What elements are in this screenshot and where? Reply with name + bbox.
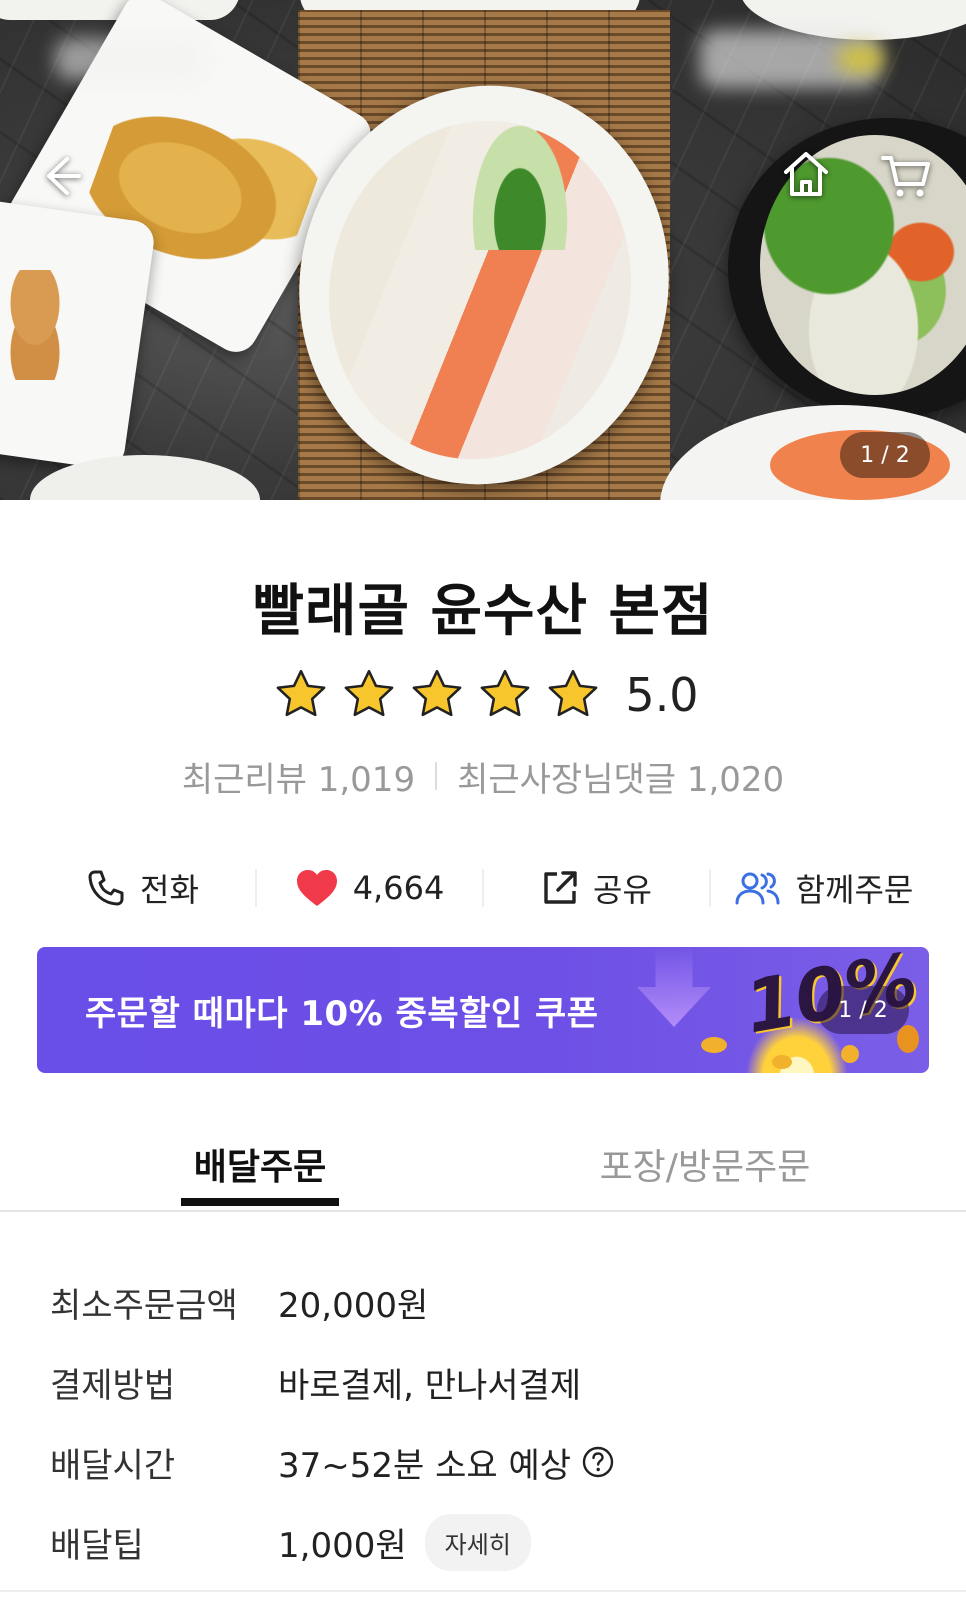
delivery-tip-value: 1,000원 [278, 1525, 407, 1566]
group-users-icon [735, 872, 780, 905]
rating-row[interactable]: 5.0 [0, 664, 966, 726]
star-icon [549, 669, 598, 717]
payment-value: 바로결제, 만나서결제 [278, 1365, 582, 1406]
banner-counter: 1 / 2 [817, 986, 909, 1034]
divider [435, 762, 438, 790]
call-button[interactable]: 전화 [30, 850, 255, 926]
hero-image[interactable]: 1 / 2 [0, 0, 966, 500]
group-order-label: 함께주문 [795, 871, 914, 909]
detail-button[interactable]: 자세히 [424, 1513, 531, 1571]
payment-label: 결제방법 [50, 1365, 176, 1406]
down-arrow-graphic [637, 947, 711, 1027]
group-order-button[interactable]: 함께주문 [711, 850, 936, 926]
tab-delivery[interactable]: 배달주문 [181, 1120, 339, 1208]
share-button[interactable]: 공유 [484, 850, 709, 926]
phone-icon [88, 870, 124, 906]
sprouts-garnish [460, 100, 580, 250]
rating-value: 5.0 [625, 668, 699, 722]
star-icon [345, 669, 394, 717]
divider [0, 1590, 966, 1592]
image-counter: 1 / 2 [840, 432, 930, 478]
delivery-time-row: 배달시간 37~52분 소요 예상 [50, 1422, 930, 1502]
question-circle-icon[interactable] [581, 1445, 615, 1479]
banner-text: 주문할 때마다 10% 중복할인 쿠폰 [85, 993, 599, 1034]
home-icon [784, 152, 828, 196]
review-summary[interactable]: 최근리뷰 1,019 최근사장님댓글 1,020 [0, 752, 966, 800]
order-type-tabs: 배달주문 포장/방문주문 [0, 1120, 966, 1212]
coin-graphic [772, 1055, 792, 1069]
like-count: 4,664 [352, 869, 445, 907]
star-icon [277, 669, 326, 717]
cart-button[interactable] [876, 146, 936, 206]
star-icon [481, 669, 530, 717]
inari-sushi [0, 270, 80, 380]
coin-graphic [841, 1045, 859, 1063]
min-order-value: 20,000원 [278, 1285, 429, 1326]
active-tab-indicator [181, 1198, 339, 1206]
tab-pickup[interactable]: 포장/방문주문 [560, 1120, 850, 1208]
min-order-row: 최소주문금액 20,000원 [50, 1262, 930, 1342]
share-label: 공유 [593, 871, 652, 909]
like-button[interactable]: 4,664 [257, 850, 482, 926]
delivery-tip-row: 배달팁 1,000원 자세히 [50, 1502, 930, 1582]
min-order-label: 최소주문금액 [50, 1285, 238, 1326]
delivery-info: 최소주문금액 20,000원 결제방법 바로결제, 만나서결제 배달시간 37~… [50, 1262, 930, 1582]
delivery-time-value: 37~52분 소요 예상 [278, 1445, 572, 1486]
star-icon [413, 669, 462, 717]
heart-icon [296, 870, 337, 906]
delivery-time-label: 배달시간 [50, 1445, 176, 1486]
coin-graphic [701, 1037, 727, 1053]
home-button[interactable] [776, 144, 836, 204]
recent-owner-replies-count[interactable]: 최근사장님댓글 1,020 [457, 752, 784, 801]
delivery-time-value-wrap: 37~52분 소요 예상 [278, 1438, 615, 1487]
delivery-tip-value-wrap: 1,000원 자세히 [278, 1513, 531, 1571]
delivery-tip-label: 배달팁 [50, 1525, 144, 1566]
action-row: 전화 4,664 공유 함께주문 [30, 850, 936, 926]
recent-reviews-count[interactable]: 최근리뷰 1,019 [182, 752, 415, 801]
blurred-region [55, 38, 205, 80]
back-button[interactable] [30, 146, 90, 206]
back-arrow-icon [47, 157, 81, 195]
call-label: 전화 [140, 871, 199, 909]
coin-graphic [897, 1025, 919, 1053]
share-icon [544, 871, 577, 904]
cart-icon [881, 156, 930, 197]
blurred-region [838, 46, 884, 72]
coupon-banner[interactable]: 주문할 때마다 10% 중복할인 쿠폰 10% 1 / 2 [37, 947, 929, 1073]
payment-row: 결제방법 바로결제, 만나서결제 [50, 1342, 930, 1422]
store-name: 빨래골 윤수산 본점 [252, 579, 714, 644]
